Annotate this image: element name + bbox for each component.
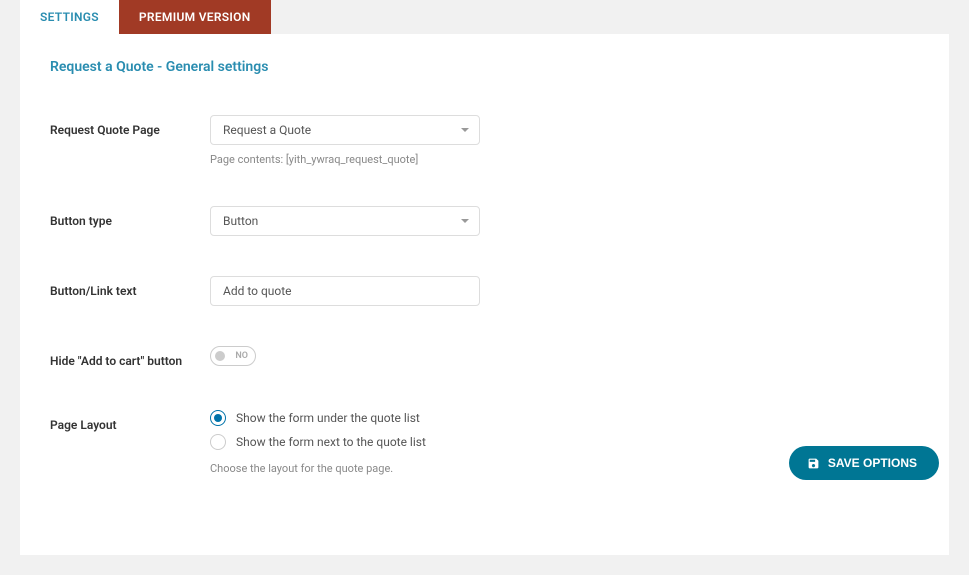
toggle-label: NO: [235, 351, 248, 361]
radio-label-under: Show the form under the quote list: [236, 411, 420, 425]
row-button-type: Button type Button: [50, 206, 919, 236]
radio-group-page-layout: Show the form under the quote list Show …: [210, 410, 610, 450]
row-button-link-text: Button/Link text: [50, 276, 919, 306]
helper-request-quote-page: Page contents: [yith_ywraq_request_quote…: [210, 153, 490, 166]
save-icon: [807, 457, 820, 470]
radio-option-under[interactable]: Show the form under the quote list: [210, 410, 610, 426]
select-button-type[interactable]: Button: [210, 206, 480, 236]
tab-settings[interactable]: SETTINGS: [20, 0, 119, 34]
label-hide-add-to-cart: Hide "Add to cart" button: [50, 346, 210, 368]
toggle-knob: [215, 351, 225, 361]
select-request-quote-page[interactable]: Request a Quote: [210, 115, 480, 145]
label-button-link-text: Button/Link text: [50, 276, 210, 298]
radio-circle-unchecked: [210, 434, 226, 450]
save-button-label: SAVE OPTIONS: [828, 456, 917, 470]
label-button-type: Button type: [50, 206, 210, 228]
radio-circle-checked: [210, 410, 226, 426]
label-page-layout: Page Layout: [50, 410, 210, 432]
row-request-quote-page: Request Quote Page Request a Quote Page …: [50, 115, 919, 166]
save-button[interactable]: SAVE OPTIONS: [789, 446, 939, 480]
toggle-hide-add-to-cart[interactable]: NO: [210, 346, 256, 366]
radio-label-next: Show the form next to the quote list: [236, 435, 426, 449]
tab-premium[interactable]: PREMIUM VERSION: [119, 0, 271, 34]
input-button-link-text[interactable]: [210, 276, 480, 306]
helper-page-layout: Choose the layout for the quote page.: [210, 462, 610, 475]
tabs: SETTINGS PREMIUM VERSION: [20, 0, 949, 34]
row-hide-add-to-cart: Hide "Add to cart" button NO: [50, 346, 919, 370]
radio-option-next[interactable]: Show the form next to the quote list: [210, 434, 610, 450]
label-request-quote-page: Request Quote Page: [50, 115, 210, 137]
page-title: Request a Quote - General settings: [50, 59, 919, 75]
